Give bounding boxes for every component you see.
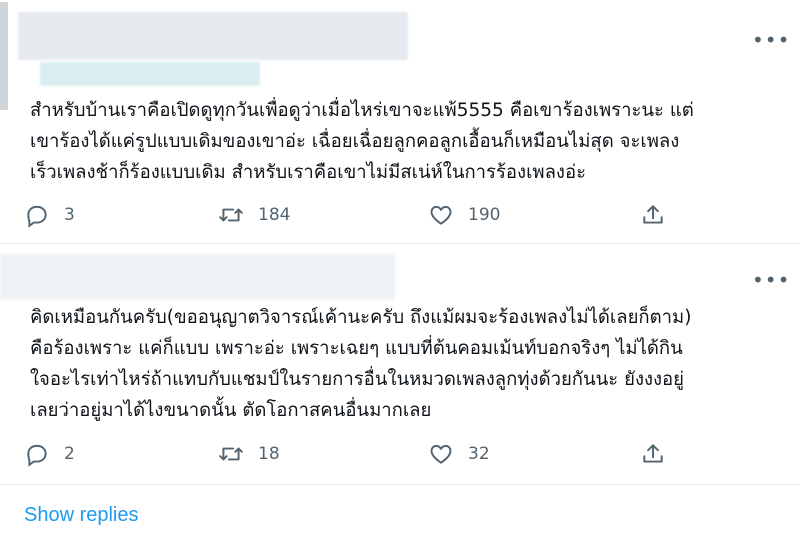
retweet-count: 184 (258, 205, 291, 225)
tweet-2[interactable]: ••• คิดเหมือนกันครับ(ขออนุญาตวิจารณ์เค้า… (0, 244, 800, 485)
avatar-blurred[interactable] (0, 2, 8, 110)
username-blurred[interactable] (18, 12, 408, 60)
retweet-button[interactable]: 184 (218, 202, 290, 228)
reply-button[interactable]: 3 (24, 202, 75, 228)
reply-count: 2 (64, 444, 75, 464)
reply-icon (27, 205, 47, 228)
like-icon (430, 444, 452, 464)
tweet-text: คิดเหมือนกันครับ(ขออนุญาตวิจารณ์เค้านะคร… (30, 307, 692, 421)
like-count: 190 (468, 205, 501, 225)
tweet-actions: 2 18 32 (0, 441, 800, 473)
share-icon (643, 444, 663, 463)
handle-blurred[interactable] (40, 62, 260, 86)
like-button[interactable]: 190 (428, 202, 500, 228)
more-icon: ••• (752, 28, 791, 52)
retweet-button[interactable]: 18 (218, 441, 280, 467)
show-replies-link[interactable]: Show replies (24, 504, 139, 527)
retweet-count: 18 (258, 444, 280, 464)
more-icon: ••• (752, 268, 791, 292)
more-options-button[interactable]: ••• (752, 30, 789, 50)
share-button[interactable] (640, 441, 666, 467)
share-icon (643, 205, 663, 224)
like-button[interactable]: 32 (428, 441, 490, 467)
more-options-button[interactable]: ••• (752, 270, 789, 290)
like-icon (430, 205, 452, 225)
username-blurred[interactable] (0, 254, 395, 300)
share-button[interactable] (640, 202, 666, 228)
like-count: 32 (468, 444, 490, 464)
retweet-icon (219, 447, 243, 461)
tweet-text: สำหรับบ้านเราคือเปิดดูทุกวันเพื่อดูว่าเม… (30, 100, 694, 183)
reply-icon (27, 444, 47, 467)
reply-count: 3 (64, 205, 75, 225)
tweet-actions: 3 184 190 (0, 202, 800, 234)
tweet-1[interactable]: ••• สำหรับบ้านเราคือเปิดดูทุกวันเพื่อดูว… (0, 0, 800, 244)
reply-button[interactable]: 2 (24, 441, 75, 467)
retweet-icon (219, 208, 243, 222)
